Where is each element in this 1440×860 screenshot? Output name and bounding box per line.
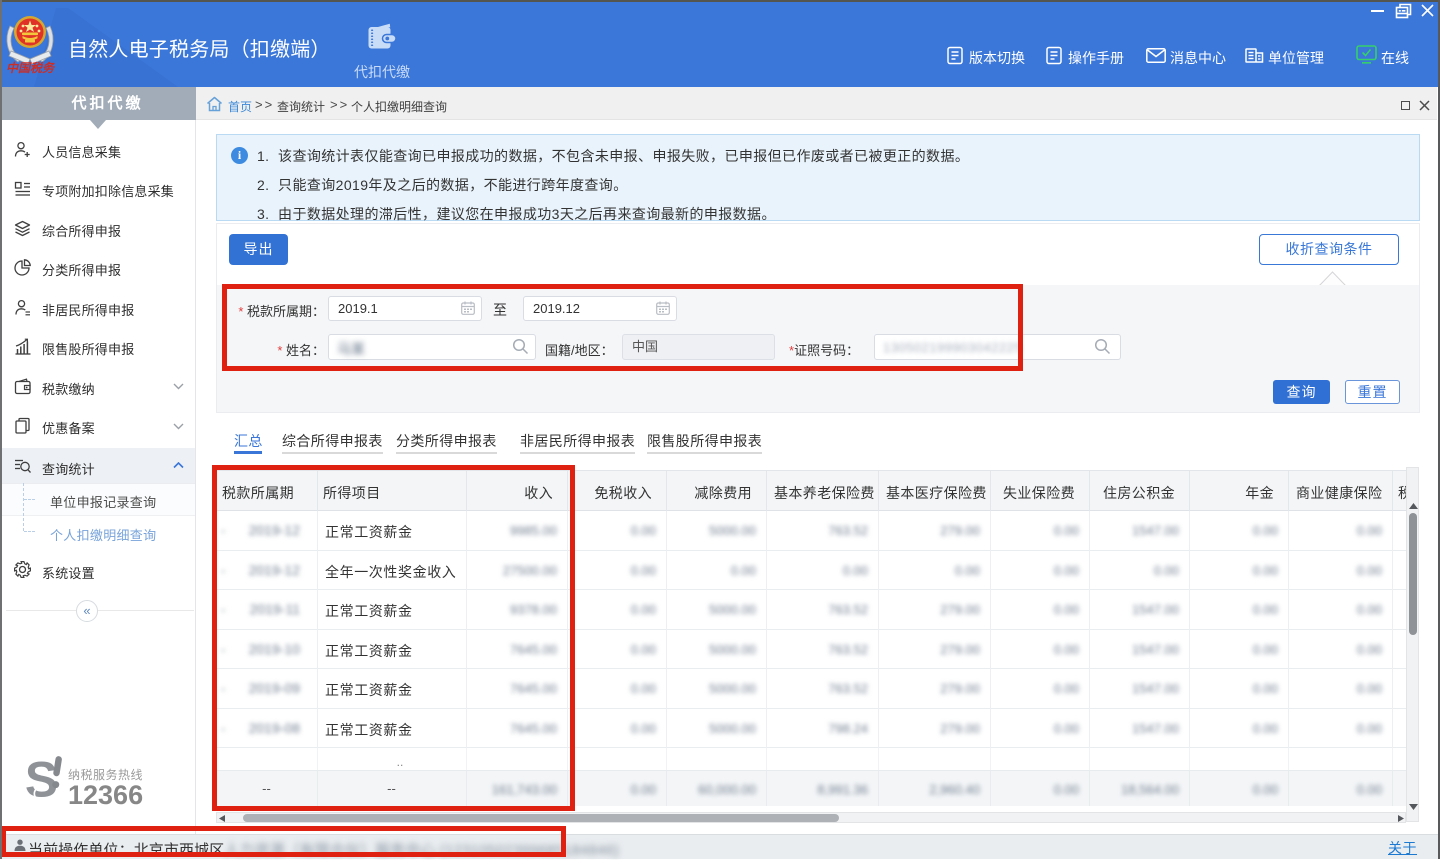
svg-text:S: S <box>25 752 58 808</box>
